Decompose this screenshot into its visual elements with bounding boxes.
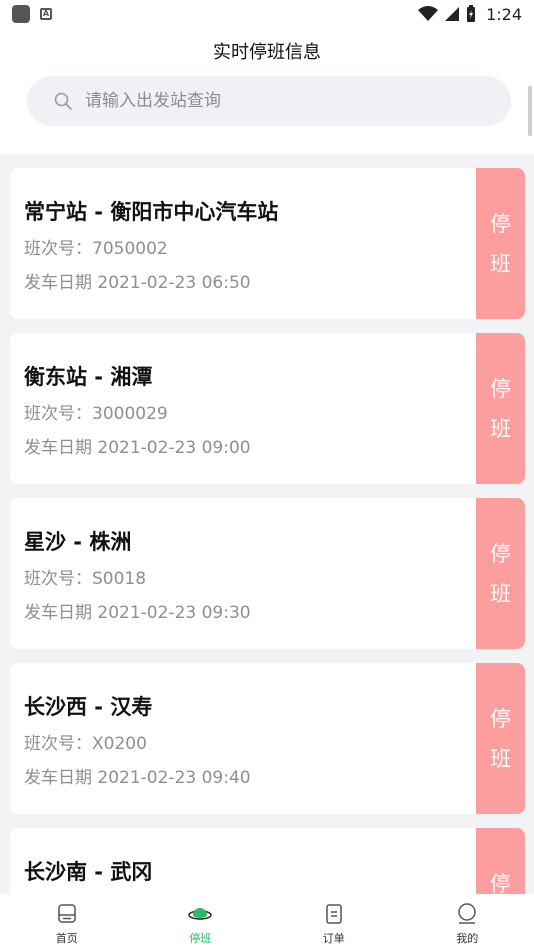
trip-route: 长沙西 - 汉寿 xyxy=(24,695,153,719)
trip-number: 班次号：3000029 xyxy=(24,404,168,424)
trip-number: 班次号：S0018 xyxy=(24,569,147,589)
status-badge: 停班 xyxy=(476,828,525,894)
trip-datetime: 发车日期 2021-02-23 06:50 xyxy=(24,273,251,293)
trip-number: 班次号：X0200 xyxy=(24,734,147,754)
trip-datetime: 发车日期 2021-02-23 09:30 xyxy=(24,603,251,623)
profile-icon xyxy=(458,903,476,924)
page-title: 实时停班信息 xyxy=(213,42,321,63)
trip-list: 常宁站 - 衡阳市中心汽车站 班次号：7050002 发车日期 2021-02-… xyxy=(10,168,525,894)
header: 实时停班信息 xyxy=(0,28,534,154)
trip-number: 班次号：7050002 xyxy=(24,239,168,259)
bus-icon xyxy=(58,904,76,923)
trip-route: 星沙 - 株洲 xyxy=(24,530,132,554)
search-icon xyxy=(54,92,72,110)
trip-route: 衡东站 - 湘潭 xyxy=(24,365,153,389)
status-badge: 停班 xyxy=(476,498,525,649)
scrollbar[interactable] xyxy=(528,86,532,136)
signal-icon xyxy=(445,7,460,21)
trip-route: 长沙南 - 武冈 xyxy=(24,860,153,884)
search-input[interactable] xyxy=(85,91,465,111)
status-badge: 停班 xyxy=(476,333,525,484)
trip-card[interactable]: 常宁站 - 衡阳市中心汽车站 班次号：7050002 发车日期 2021-02-… xyxy=(10,168,525,319)
trip-card[interactable]: 星沙 - 株洲 班次号：S0018 发车日期 2021-02-23 09:30 … xyxy=(10,498,525,649)
trip-card[interactable]: 衡东站 - 湘潭 班次号：3000029 发车日期 2021-02-23 09:… xyxy=(10,333,525,484)
battery-icon xyxy=(467,5,476,22)
planet-icon xyxy=(188,908,212,920)
keyboard-notification-icon: A xyxy=(40,8,52,20)
search-bar[interactable] xyxy=(27,76,511,126)
trip-datetime: 发车日期 2021-02-23 09:40 xyxy=(24,768,251,788)
trip-card[interactable]: 长沙西 - 汉寿 班次号：X0200 发车日期 2021-02-23 09:40… xyxy=(10,663,525,814)
trip-route: 常宁站 - 衡阳市中心汽车站 xyxy=(24,200,279,224)
app-notification-icon xyxy=(12,5,30,23)
trip-datetime: 发车日期 2021-02-23 09:00 xyxy=(24,438,251,458)
status-time: 1:24 xyxy=(486,4,522,24)
status-badge: 停班 xyxy=(476,168,525,319)
tab-label: 订单 xyxy=(322,932,345,945)
status-badge: 停班 xyxy=(476,663,525,814)
tab-orders[interactable]: 订单 xyxy=(267,894,401,950)
tab-home[interactable]: 首页 xyxy=(0,894,134,950)
tab-label: 我的 xyxy=(456,932,479,945)
order-icon xyxy=(326,904,342,924)
status-bar: A 1:24 xyxy=(0,0,534,28)
tab-profile[interactable]: 我的 xyxy=(401,894,534,950)
tab-label: 停班 xyxy=(189,932,212,945)
bottom-tab-bar: 首页 停班 订单 我的 xyxy=(0,894,534,950)
trip-card[interactable]: 长沙南 - 武冈 停班 xyxy=(10,828,525,894)
tab-suspended[interactable]: 停班 xyxy=(134,894,268,950)
wifi-icon xyxy=(418,6,439,21)
tab-label: 首页 xyxy=(55,932,78,945)
